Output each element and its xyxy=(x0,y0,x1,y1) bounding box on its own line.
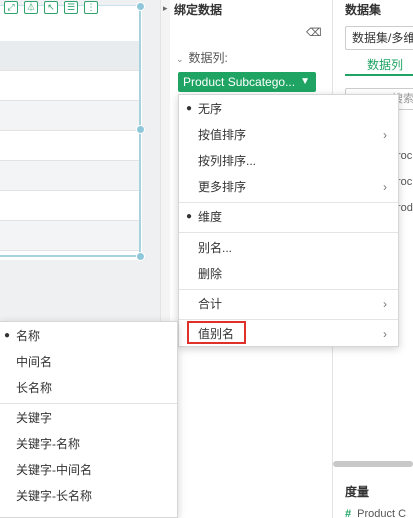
measure-hash-icon: # xyxy=(345,508,352,518)
menu-item-total[interactable]: 合计 › xyxy=(179,291,398,317)
collapse-arrow-icon[interactable]: ▸ xyxy=(163,3,168,14)
resize-handle[interactable] xyxy=(136,125,145,134)
value-alias-submenu: ● 名称 中间名 长名称 关键字 关键字-名称 关键字-中间名 关键字-长名称 xyxy=(0,321,178,518)
field-label[interactable]: ⌄ 数据列: xyxy=(176,49,228,66)
measure-item[interactable]: # Product C xyxy=(345,508,406,518)
chevron-right-icon: › xyxy=(383,180,387,194)
menu-divider xyxy=(0,403,177,404)
dataset-panel-title: 数据集 xyxy=(345,3,382,17)
chevron-down-icon[interactable]: ⌄ xyxy=(176,54,184,64)
menu-item-alias[interactable]: 别名... xyxy=(179,235,398,261)
menu-divider xyxy=(179,232,398,233)
filter-icon[interactable]: ⏃ xyxy=(24,0,38,14)
selection-border xyxy=(0,5,141,257)
menu-item-delete[interactable]: 删除 xyxy=(179,261,398,287)
submenu-item-key[interactable]: 关键字 xyxy=(0,405,177,431)
more-icon[interactable]: ⋮ xyxy=(84,0,98,14)
submenu-item-middle-name[interactable]: 中间名 xyxy=(0,349,177,375)
menu-divider xyxy=(179,289,398,290)
field-pill-label: Product Subcatego... xyxy=(183,75,296,89)
submenu-item-key-middle-name[interactable]: 关键字-中间名 xyxy=(0,457,177,483)
binding-panel-title: 绑定数据 xyxy=(174,3,223,17)
tree-item[interactable]: roc xyxy=(397,176,412,188)
chevron-right-icon: › xyxy=(383,128,387,142)
caret-down-icon[interactable]: ▼ xyxy=(300,72,310,92)
menu-item-dimension[interactable]: ● 维度 xyxy=(179,204,398,230)
checked-bullet-icon: ● xyxy=(186,211,193,222)
resize-handle[interactable] xyxy=(136,2,145,11)
dataset-select[interactable]: 数据集/多维 xyxy=(345,26,413,50)
menu-item-sort-by-column[interactable]: 按列排序... xyxy=(179,148,398,174)
submenu-item-long-name[interactable]: 长名称 xyxy=(0,375,177,401)
chevron-right-icon: › xyxy=(383,297,387,311)
chevron-right-icon: › xyxy=(383,327,387,341)
submenu-item-name[interactable]: ● 名称 xyxy=(0,323,177,349)
submenu-item-key-long-name[interactable]: 关键字-长名称 xyxy=(0,483,177,509)
eraser-icon[interactable]: ⌫ xyxy=(306,26,322,39)
horizontal-scrollbar[interactable] xyxy=(333,461,413,467)
field-context-menu: ● 无序 按值排序 › 按列排序... 更多排序 › ● 维度 别名... 删除… xyxy=(178,94,399,347)
menu-divider xyxy=(179,202,398,203)
menu-item-unsorted[interactable]: ● 无序 xyxy=(179,96,398,122)
tree-item[interactable]: rod xyxy=(397,202,413,214)
field-pill[interactable]: Product Subcatego... ▼ xyxy=(178,72,316,92)
menu-item-value-alias[interactable]: 值别名 › xyxy=(179,321,398,347)
select-icon[interactable]: ↖ xyxy=(44,0,58,14)
measures-title: 度量 xyxy=(345,485,370,499)
checked-bullet-icon: ● xyxy=(186,103,193,114)
tab-data-columns[interactable]: 数据列 xyxy=(345,54,413,76)
component-toolbar: ⤢ ⏃ ↖ ☰ ⋮ xyxy=(0,0,140,14)
submenu-item-key-name[interactable]: 关键字-名称 xyxy=(0,431,177,457)
menu-divider xyxy=(179,319,398,320)
resize-handle[interactable] xyxy=(136,252,145,261)
list-icon[interactable]: ☰ xyxy=(64,0,78,14)
tree-item[interactable]: roc xyxy=(397,150,412,162)
expand-icon[interactable]: ⤢ xyxy=(4,0,18,14)
menu-item-more-sort[interactable]: 更多排序 › xyxy=(179,174,398,200)
menu-item-sort-by-value[interactable]: 按值排序 › xyxy=(179,122,398,148)
checked-bullet-icon: ● xyxy=(4,330,11,341)
